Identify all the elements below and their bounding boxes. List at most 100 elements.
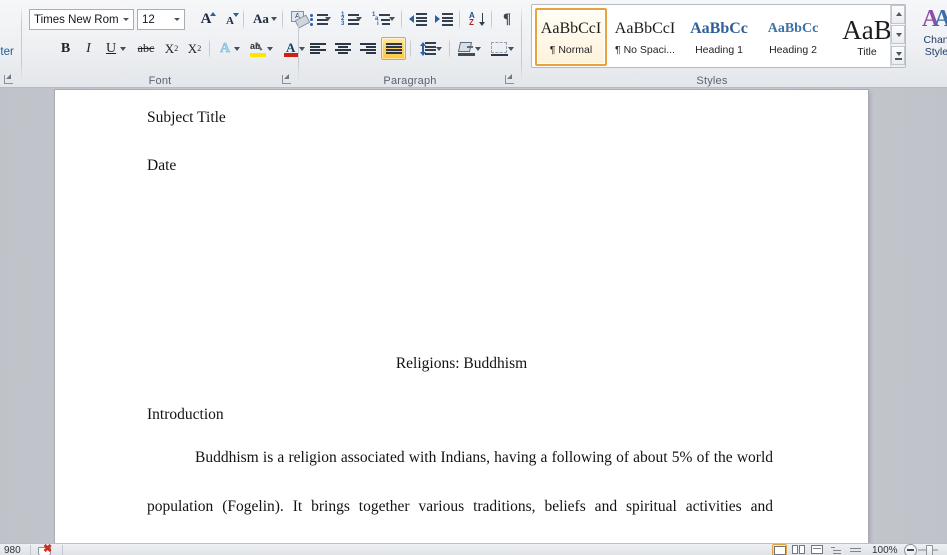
change-styles-button[interactable]: AA Chang Styles [914, 6, 947, 58]
grow-font-button[interactable]: A [195, 8, 217, 30]
justify-icon [382, 38, 405, 59]
chevron-down-icon[interactable] [267, 46, 273, 51]
borders-button[interactable] [487, 38, 517, 59]
zoom-out-button[interactable] [904, 544, 917, 555]
ribbon: nter Times New Rom 12 A [0, 0, 947, 88]
style-preview: AaBbCc [767, 20, 819, 36]
paragraph-group: 1 2 3 1 a i A Z ¶ Paragraph [299, 0, 521, 88]
font-dialog-launcher[interactable] [281, 74, 292, 85]
body-paragraph: Buddhism is a religion associated with I… [147, 433, 773, 543]
document-workspace: Subject Title Date Religions: Buddhism I… [0, 88, 947, 543]
styles-gallery[interactable]: AaBbCcI ¶ Normal AaBbCcI ¶ No Spaci... A… [531, 4, 906, 68]
view-draft-button[interactable] [848, 544, 863, 555]
shrink-font-icon: A [220, 9, 240, 29]
align-left-button[interactable] [306, 38, 330, 59]
styles-scroll-down-button[interactable] [891, 25, 905, 44]
chevron-down-icon[interactable] [475, 46, 481, 51]
increase-indent-button[interactable] [432, 8, 456, 30]
style-item-heading-1[interactable]: AaBbCс Heading 1 [683, 8, 755, 66]
text-effects-button[interactable]: A [215, 38, 243, 59]
style-item-no-spacing[interactable]: AaBbCcI ¶ No Spaci... [609, 8, 681, 66]
superscript-icon: X2 [187, 40, 202, 56]
styles-gallery-scroll[interactable] [890, 5, 905, 67]
chevron-down-icon[interactable] [234, 46, 240, 51]
sort-button[interactable]: AZ [464, 8, 488, 30]
zoom-level-label[interactable]: 100% [872, 544, 898, 555]
styles-group-label: Styles [696, 75, 728, 87]
proofing-errors-icon: ✖ [38, 543, 54, 555]
style-label: Title [857, 46, 877, 58]
proofing-errors-button[interactable]: ✖ [38, 543, 54, 555]
font-name-value: Times New Rom [34, 13, 119, 26]
inline-divider [491, 8, 492, 30]
superscript-button[interactable]: X2 [184, 38, 205, 59]
inline-divider [410, 38, 411, 59]
show-formatting-marks-button[interactable]: ¶ [495, 8, 519, 30]
style-preview: AaBbCcI [540, 19, 602, 37]
bold-icon: B [60, 40, 71, 56]
view-print-layout-button[interactable] [772, 544, 787, 555]
chevron-down-icon[interactable] [508, 46, 514, 51]
chevron-down-icon[interactable] [120, 46, 126, 51]
chevron-down-icon[interactable] [436, 46, 442, 51]
numbering-button[interactable]: 1 2 3 [337, 8, 365, 30]
grow-font-icon: A [196, 9, 217, 29]
view-web-layout-button[interactable] [810, 544, 825, 555]
align-right-icon [357, 39, 379, 58]
style-label: Heading 1 [695, 43, 743, 56]
style-item-heading-2[interactable]: AaBbCc Heading 2 [757, 8, 829, 66]
font-size-combo[interactable]: 12 [137, 9, 185, 30]
clipboard-dialog-launcher[interactable] [3, 74, 14, 85]
align-center-button[interactable] [331, 38, 355, 59]
shading-button[interactable] [454, 38, 484, 59]
font-size-dropdown-icon[interactable] [170, 10, 184, 29]
font-size-value: 12 [142, 13, 155, 26]
font-name-dropdown-icon[interactable] [119, 10, 133, 29]
font-group: Times New Rom 12 A A Aa B I U abc X 2 X … [22, 0, 311, 88]
status-bar: 980 ✖ 100% [0, 543, 947, 555]
text-highlight-color-button[interactable]: ab [246, 38, 276, 59]
clipboard-group: nter [0, 0, 22, 88]
style-item-normal[interactable]: AaBbCcI ¶ Normal [535, 8, 607, 66]
change-styles-icon: AA [922, 6, 947, 32]
print-layout-icon [774, 546, 786, 555]
decrease-indent-button[interactable] [406, 8, 430, 30]
chevron-down-icon[interactable] [389, 17, 395, 21]
align-center-icon [332, 39, 354, 58]
chevron-down-icon[interactable] [271, 17, 277, 21]
strikethrough-button[interactable]: abc [134, 38, 158, 59]
document-page[interactable]: Subject Title Date Religions: Buddhism I… [55, 90, 868, 543]
line-document-title: Religions: Buddhism [395, 355, 528, 372]
zoom-slider-thumb[interactable] [926, 545, 933, 555]
style-preview: AaBbCcI [614, 19, 676, 37]
justify-button[interactable] [381, 37, 406, 60]
chevron-down-icon[interactable] [325, 17, 331, 21]
bullets-button[interactable] [306, 8, 334, 30]
view-full-screen-reading-button[interactable] [791, 544, 806, 555]
view-outline-button[interactable] [829, 544, 844, 555]
change-case-button[interactable]: Aa [248, 8, 280, 30]
italic-button[interactable]: I [78, 38, 99, 59]
multilevel-list-button[interactable]: 1 a i [368, 8, 398, 30]
font-name-combo[interactable]: Times New Rom [29, 9, 134, 30]
format-painter-button[interactable]: nter [0, 46, 14, 58]
word-count-label[interactable]: 980 [4, 544, 21, 555]
bold-button[interactable]: B [55, 38, 76, 59]
style-label: ¶ No Spaci... [615, 43, 675, 56]
chevron-down-icon[interactable] [356, 17, 362, 21]
body-paragraph-text: Buddhism is a religion associated with I… [147, 449, 773, 515]
inline-divider [282, 8, 283, 30]
sort-icon: AZ [465, 9, 487, 29]
styles-more-button[interactable] [891, 46, 905, 65]
styles-scroll-up-button[interactable] [891, 5, 905, 24]
subscript-button[interactable]: X2 [161, 38, 182, 59]
underline-button[interactable]: U [101, 38, 129, 59]
increase-indent-icon [433, 9, 455, 29]
line-spacing-button[interactable] [415, 38, 445, 59]
align-right-button[interactable] [356, 38, 380, 59]
shrink-font-button[interactable]: A [219, 8, 241, 30]
change-styles-label-line2: Styles [924, 46, 947, 58]
inline-divider [459, 8, 460, 30]
change-styles-label-line1: Chang [923, 34, 947, 46]
paragraph-dialog-launcher[interactable] [504, 74, 515, 85]
